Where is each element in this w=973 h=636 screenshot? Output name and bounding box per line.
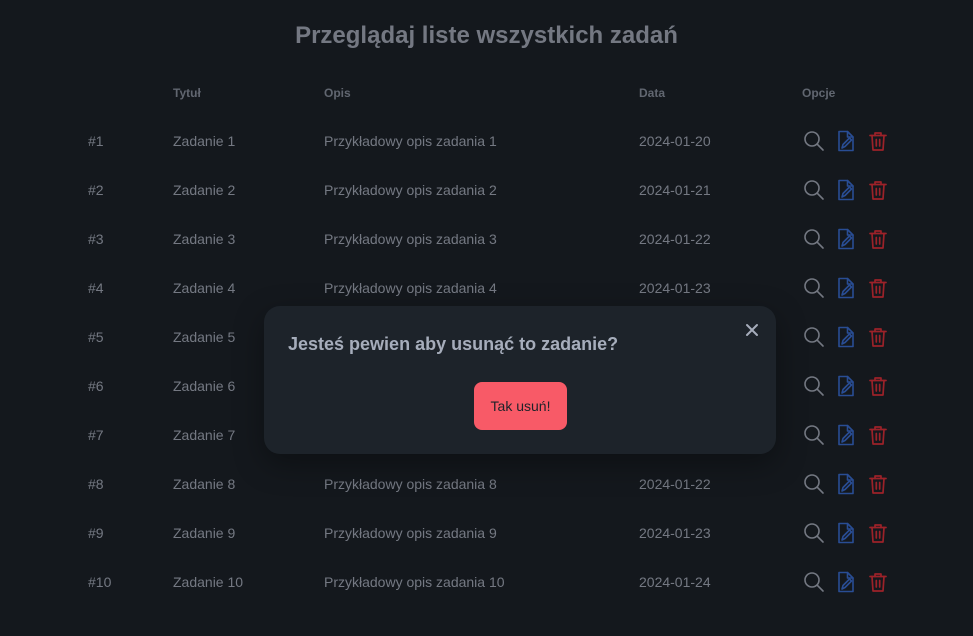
confirm-delete-button[interactable]: Tak usuń!	[474, 382, 567, 430]
task-list-page: Przeglądaj liste wszystkich zadań Tytuł …	[0, 0, 973, 636]
close-icon[interactable]	[740, 318, 764, 342]
delete-confirm-modal: Jesteś pewien aby usunąć to zadanie? Tak…	[264, 306, 776, 454]
modal-title: Jesteś pewien aby usunąć to zadanie?	[288, 334, 619, 354]
